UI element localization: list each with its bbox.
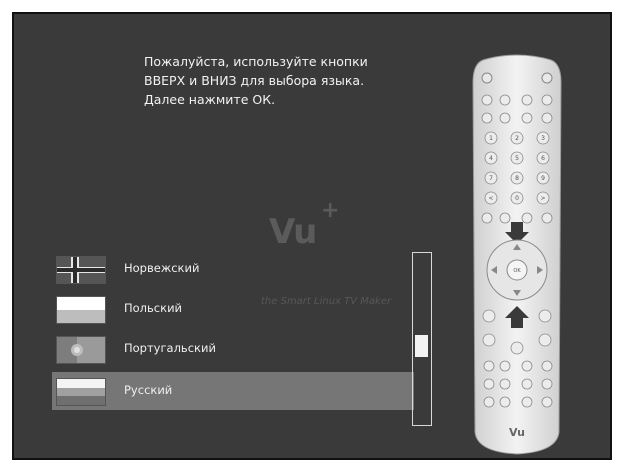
screenshot: Пожалуйста, используйте кнопки ВВЕРХ и В… [0,0,624,470]
svg-text:5: 5 [515,155,519,162]
language-label: Польский [124,301,183,315]
svg-text:<: < [488,195,493,202]
instruction-line: Пожалуйста, используйте кнопки [144,54,368,69]
svg-text:7: 7 [489,175,493,182]
language-label: Португальский [124,341,216,355]
norway-flag-icon [56,256,106,284]
tv-screen: Пожалуйста, используйте кнопки ВВЕРХ и В… [12,12,612,460]
language-label: Норвежский [124,261,200,275]
language-item-norwegian[interactable]: Норвежский [44,250,444,288]
language-item-polish[interactable]: Польский [44,290,444,328]
scrollbar-thumb[interactable] [415,335,428,358]
remote-control: 1 2 3 4 5 6 7 8 9 < 0 > OK Vu [469,52,565,456]
scrollbar[interactable] [412,252,432,426]
svg-text:8: 8 [515,175,519,182]
svg-text:>: > [540,195,545,202]
svg-text:1: 1 [489,135,493,142]
language-label: Русский [124,383,173,397]
instruction-text: Пожалуйста, используйте кнопки ВВЕРХ и В… [144,52,444,109]
language-item-russian[interactable]: Русский [52,372,414,410]
instruction-line: ВВЕРХ и ВНИЗ для выбора языка. [144,73,365,88]
russia-flag-icon [56,378,106,406]
svg-text:3: 3 [541,135,545,142]
poland-flag-icon [56,296,106,324]
svg-text:2: 2 [515,135,519,142]
svg-text:OK: OK [513,268,521,274]
remote-control-icon: 1 2 3 4 5 6 7 8 9 < 0 > OK Vu [472,54,562,455]
portugal-flag-icon [56,336,106,364]
svg-text:0: 0 [515,195,519,202]
svg-text:6: 6 [541,155,545,162]
logo-text: Vu [269,212,317,252]
instruction-line: Далее нажмите ОК. [144,92,276,107]
plus-icon: + [321,198,340,223]
svg-text:4: 4 [489,155,493,162]
language-item-portuguese[interactable]: Португальский [44,330,444,368]
svg-text:Vu: Vu [509,426,525,439]
svg-text:9: 9 [541,175,545,182]
